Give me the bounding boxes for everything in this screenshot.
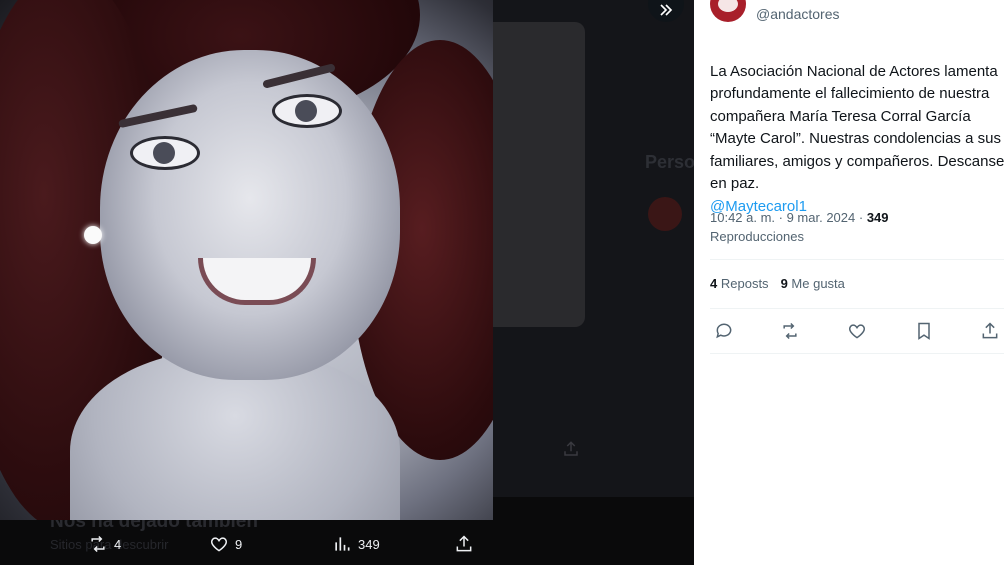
avatar[interactable] <box>710 0 746 22</box>
engagement-stats: 4 Reposts 9 Me gusta <box>710 276 845 291</box>
user-handle[interactable]: @andactores <box>756 6 839 22</box>
viewer-like-button[interactable]: 9 <box>209 534 242 554</box>
viewer-views-button[interactable]: 349 <box>332 534 380 554</box>
retweet-icon <box>783 322 797 340</box>
divider <box>710 353 1004 354</box>
bookmark-button[interactable] <box>914 321 936 343</box>
share-icon-faded <box>562 440 580 463</box>
share-button[interactable] <box>980 321 1002 343</box>
sidebar-heading-faded: Perso <box>645 152 694 172</box>
tweet-views-count: 349 <box>866 210 889 225</box>
tweet-meta: 10:42 a. m. · 9 mar. 2024 · 349 Reproduc… <box>710 208 1000 246</box>
viewer-retweet-count: 4 <box>114 536 122 552</box>
retweet-icon <box>91 535 105 553</box>
tweet-timestamp[interactable]: 10:42 a. m. · 9 mar. 2024 · <box>710 210 867 225</box>
viewer-like-count: 9 <box>235 536 243 552</box>
media-photo[interactable] <box>0 0 493 520</box>
divider <box>710 308 1004 309</box>
heart-icon <box>210 537 228 552</box>
heart-icon <box>848 324 866 339</box>
media-viewer: Perso Nos ha dejado tambien Sitios para … <box>0 0 694 565</box>
divider <box>710 259 1004 260</box>
earring <box>84 226 102 244</box>
tweet-detail-panel: @andactores La Asociación Nacional de Ac… <box>694 0 1004 565</box>
tweet-actions <box>712 321 1004 345</box>
double-chevron-right-icon <box>660 4 673 16</box>
portrait-eye-left <box>130 136 200 170</box>
background-media-card <box>493 22 585 327</box>
theater-mask-icon <box>718 0 738 12</box>
reply-icon <box>716 323 732 339</box>
viewer-retweet-button[interactable]: 4 <box>88 534 121 554</box>
share-icon <box>456 535 472 552</box>
views-icon <box>335 537 350 551</box>
like-button[interactable] <box>847 321 869 343</box>
share-icon <box>982 322 998 339</box>
reply-button[interactable] <box>714 321 736 343</box>
likes-stat[interactable]: 9 Me gusta <box>781 276 845 291</box>
viewer-share-button[interactable] <box>454 534 474 554</box>
tweet-body: La Asociación Nacional de Actores lament… <box>710 62 1004 193</box>
viewer-views-count: 349 <box>358 536 380 552</box>
retweet-button[interactable] <box>780 321 802 343</box>
portrait-face <box>100 50 400 380</box>
portrait-eye-right <box>272 94 342 128</box>
bookmark-icon <box>918 322 930 340</box>
tweet-views-label: Reproducciones <box>710 229 804 244</box>
reposts-stat[interactable]: 4 Reposts <box>710 276 769 291</box>
sidebar-avatar-faded <box>648 197 682 231</box>
